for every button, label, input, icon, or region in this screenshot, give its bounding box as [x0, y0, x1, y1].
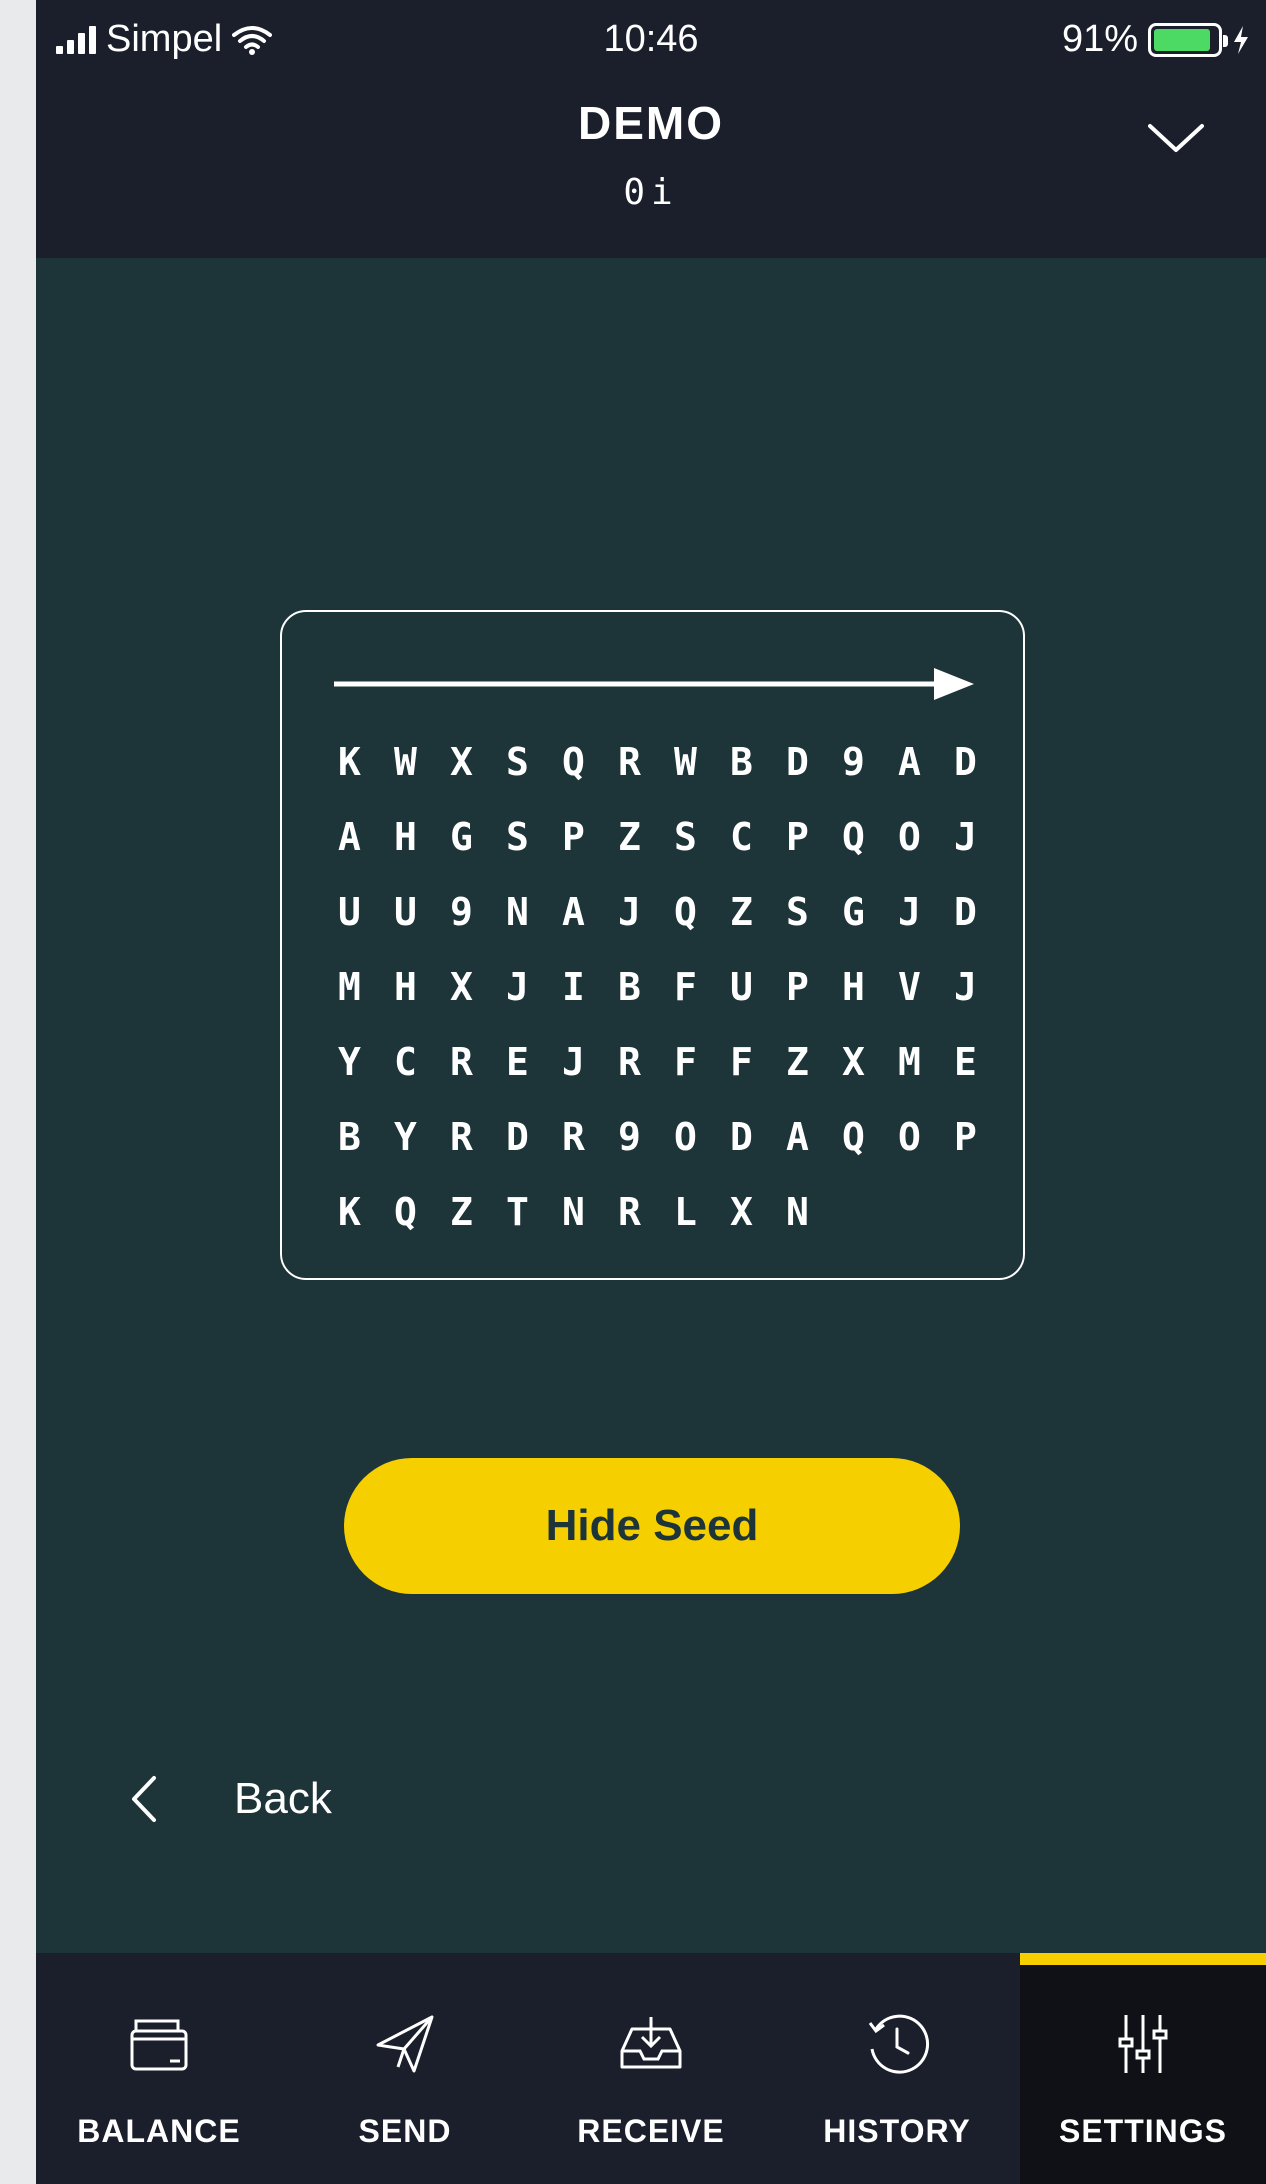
- seed-group: YCR: [338, 1039, 473, 1084]
- history-clock-icon: [868, 2014, 930, 2074]
- seed-group: QOJ: [842, 814, 977, 859]
- chevron-down-icon[interactable]: [1146, 118, 1206, 158]
- seed-group: TNR: [506, 1189, 641, 1234]
- header: Simpel 10:46 91% DEMO 0i: [36, 0, 1266, 258]
- seed-group: FFZ: [674, 1039, 809, 1084]
- seed-group: KWX: [338, 739, 473, 784]
- back-button[interactable]: Back: [124, 1764, 332, 1834]
- wallet-icon: [130, 2019, 188, 2071]
- tab-label: BALANCE: [77, 2113, 241, 2149]
- seed-row: MHX JIB FUP HVJ: [338, 949, 1010, 1024]
- seed-display-box: KWX SQR WBD 9AD AHG SPZ SCP QOJ UU9 NAJ QZS GJD MHX J…: [280, 610, 1025, 1280]
- seed-group: HVJ: [842, 964, 977, 1009]
- seed-group: KQZ: [338, 1189, 473, 1234]
- seed-group: SQR: [506, 739, 641, 784]
- seed-group: ODA: [674, 1114, 809, 1159]
- seed-group: LXN: [674, 1189, 809, 1234]
- seed-group: EJR: [506, 1039, 641, 1084]
- battery-fill: [1154, 28, 1211, 51]
- tab-send[interactable]: SEND: [282, 1953, 528, 2184]
- seed-row: AHG SPZ SCP QOJ: [338, 799, 1010, 874]
- arrow-right-icon: [334, 668, 974, 700]
- seed-group: AHG: [338, 814, 473, 859]
- seed-grid: KWX SQR WBD 9AD AHG SPZ SCP QOJ UU9 NAJ QZS GJD MHX J…: [338, 724, 1010, 1249]
- tab-label: SETTINGS: [1058, 2113, 1227, 2149]
- seed-row: BYR DR9 ODA QOP: [338, 1099, 1010, 1174]
- battery-status: 91%: [1062, 18, 1250, 61]
- seed-group: JIB: [506, 964, 641, 1009]
- tab-settings[interactable]: SETTINGS: [1020, 1953, 1266, 2184]
- status-bar: Simpel 10:46 91%: [36, 0, 1266, 90]
- seed-row: KQZ TNR LXN: [338, 1174, 1010, 1249]
- seed-group: SCP: [674, 814, 809, 859]
- sliders-icon: [1118, 2015, 1168, 2073]
- seed-group: QZS: [674, 889, 809, 934]
- seed-group: SPZ: [506, 814, 641, 859]
- charging-bolt-icon: [1234, 25, 1248, 54]
- battery-icon: [1148, 22, 1228, 57]
- back-label: Back: [234, 1774, 332, 1823]
- wallet-balance: 0i: [623, 172, 679, 213]
- seed-group: GJD: [842, 889, 977, 934]
- tab-label: RECEIVE: [577, 2113, 725, 2149]
- seed-group: DR9: [506, 1114, 641, 1159]
- tab-receive[interactable]: RECEIVE: [528, 1953, 774, 2184]
- seed-row: YCR EJR FFZ XME: [338, 1024, 1010, 1099]
- hide-seed-button[interactable]: Hide Seed: [344, 1458, 960, 1594]
- seed-group: WBD: [674, 739, 809, 784]
- app-screen: Simpel 10:46 91% DEMO 0i K W X S Q R W B…: [36, 0, 1266, 2184]
- seed-group: 9AD: [842, 739, 977, 784]
- seed-group: NAJ: [506, 889, 641, 934]
- seed-group: FUP: [674, 964, 809, 1009]
- tab-history[interactable]: HISTORY: [774, 1953, 1020, 2184]
- inbox-download-icon: [620, 2017, 682, 2069]
- tab-label: SEND: [358, 2113, 452, 2149]
- seed-row: UU9 NAJ QZS GJD: [338, 874, 1010, 949]
- seed-group: XME: [842, 1039, 977, 1084]
- battery-percent: 91%: [1061, 18, 1138, 60]
- chevron-left-icon: [132, 1776, 156, 1822]
- seed-group: MHX: [338, 964, 473, 1009]
- seed-row: KWX SQR WBD 9AD: [338, 724, 1010, 799]
- wallet-title: DEMO: [578, 97, 724, 149]
- tab-bar: BALANCE SEND RECEIVE HISTORY SETTINGS: [36, 1953, 1266, 2184]
- paper-plane-icon: [376, 2015, 434, 2073]
- seed-group: UU9: [338, 889, 473, 934]
- tab-label: HISTORY: [823, 2113, 971, 2149]
- tab-balance[interactable]: BALANCE: [36, 1953, 282, 2184]
- seed-group: QOP: [842, 1114, 977, 1159]
- seed-group: BYR: [338, 1114, 473, 1159]
